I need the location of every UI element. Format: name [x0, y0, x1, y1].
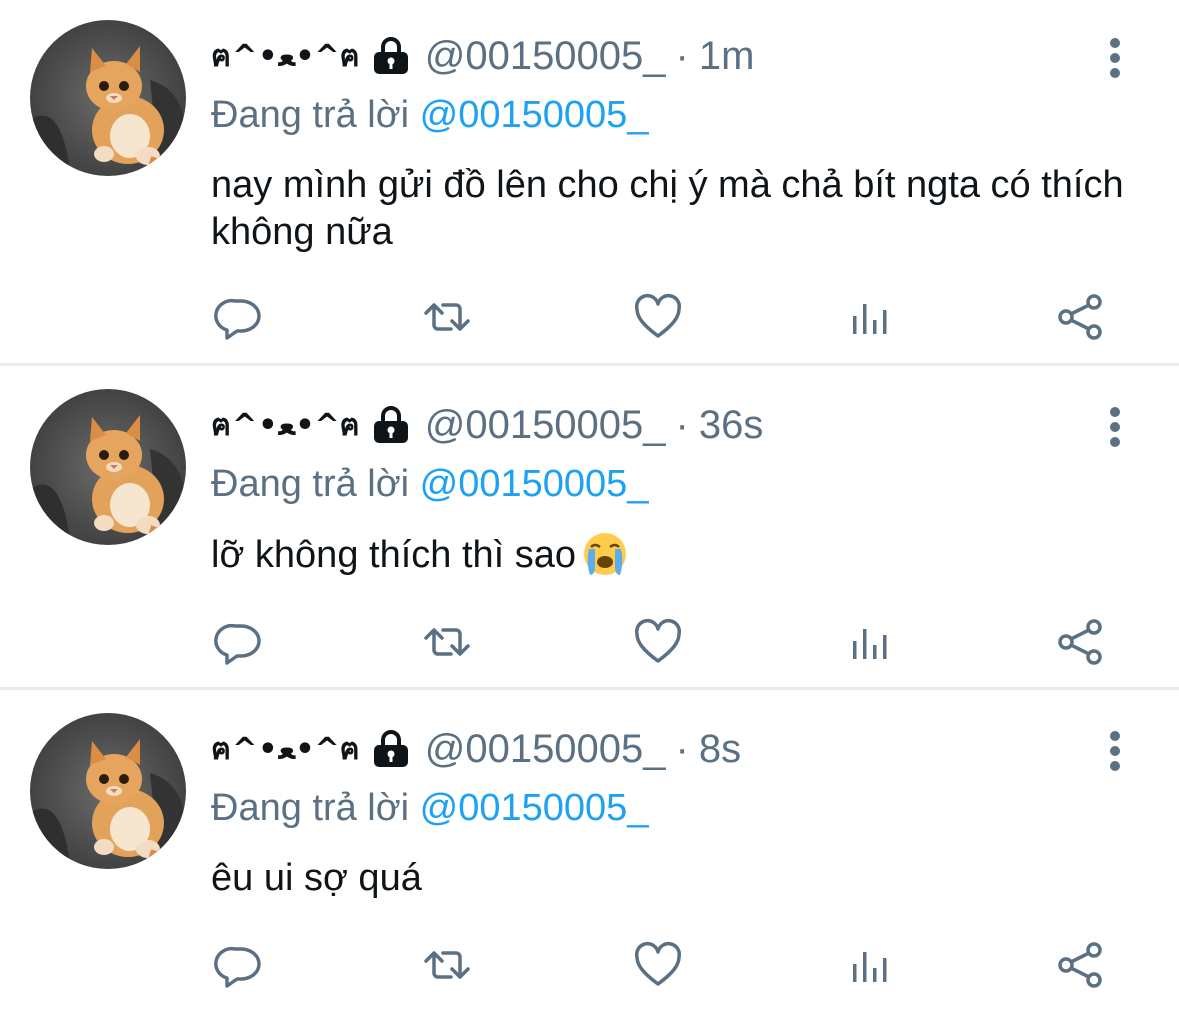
- display-name[interactable]: ฅ^•ﻌ•^ฅ: [211, 402, 361, 449]
- reply-icon: [213, 617, 263, 667]
- heart-icon: [633, 617, 683, 667]
- tweet-header: ฅ^•ﻌ•^ฅ @00150005_ · 1m: [211, 28, 754, 84]
- like-button[interactable]: [633, 292, 683, 342]
- tweet-text: nay mình gửi đồ lên cho chị ý mà chả bít…: [211, 162, 1131, 256]
- tweet[interactable]: ฅ^•ﻌ•^ฅ @00150005_ · 8s Đang trả lời @00…: [0, 693, 1179, 1016]
- separator-dot: ·: [675, 33, 689, 78]
- analytics-button[interactable]: [845, 617, 895, 667]
- retweet-button[interactable]: [422, 940, 472, 990]
- cat-avatar-image: [30, 20, 186, 176]
- tweet-text-content: lỡ không thích thì sao: [211, 534, 577, 576]
- loudly-crying-face-emoji: [582, 531, 628, 577]
- user-handle[interactable]: @00150005_: [425, 727, 666, 772]
- more-vertical-icon[interactable]: [1099, 407, 1131, 447]
- retweet-icon: [422, 617, 472, 667]
- like-button[interactable]: [633, 940, 683, 990]
- avatar[interactable]: [30, 389, 186, 545]
- share-icon: [1056, 292, 1106, 342]
- reply-mention-link[interactable]: @00150005_: [420, 787, 649, 829]
- analytics-icon: [845, 617, 895, 667]
- tweet-header: ฅ^•ﻌ•^ฅ @00150005_ · 8s: [211, 721, 741, 777]
- reply-prefix: Đang trả lời: [211, 787, 410, 829]
- display-name[interactable]: ฅ^•ﻌ•^ฅ: [211, 33, 361, 80]
- reply-prefix: Đang trả lời: [211, 94, 410, 136]
- retweet-button[interactable]: [422, 617, 472, 667]
- tweet-feed: ฅ^•ﻌ•^ฅ @00150005_ · 1m Đang trả lời @00…: [0, 0, 1179, 1016]
- reply-mention-link[interactable]: @00150005_: [420, 94, 649, 136]
- replying-to: Đang trả lời @00150005_: [211, 94, 648, 137]
- timestamp[interactable]: 36s: [699, 403, 764, 448]
- share-button[interactable]: [1056, 292, 1106, 342]
- tweet-text: lỡ không thích thì sao: [211, 531, 1131, 579]
- lock-icon: [371, 405, 411, 445]
- heart-icon: [633, 940, 683, 990]
- action-bar: [211, 617, 1111, 667]
- reply-prefix: Đang trả lời: [211, 463, 410, 505]
- retweet-icon: [422, 292, 472, 342]
- analytics-button[interactable]: [845, 292, 895, 342]
- reply-icon: [213, 940, 263, 990]
- share-button[interactable]: [1056, 617, 1106, 667]
- lock-icon: [371, 729, 411, 769]
- analytics-icon: [845, 940, 895, 990]
- avatar[interactable]: [30, 713, 186, 869]
- share-icon: [1056, 617, 1106, 667]
- tweet-text: êu ui sợ quá: [211, 855, 1131, 902]
- reply-button[interactable]: [213, 292, 263, 342]
- timestamp[interactable]: 8s: [699, 727, 741, 772]
- more-vertical-icon[interactable]: [1099, 38, 1131, 78]
- separator-dot: ·: [675, 402, 689, 447]
- timestamp[interactable]: 1m: [699, 34, 755, 79]
- analytics-button[interactable]: [845, 940, 895, 990]
- replying-to: Đang trả lời @00150005_: [211, 787, 648, 830]
- action-bar: [211, 940, 1111, 990]
- retweet-button[interactable]: [422, 292, 472, 342]
- lock-icon: [371, 36, 411, 76]
- display-name[interactable]: ฅ^•ﻌ•^ฅ: [211, 726, 361, 773]
- more-vertical-icon[interactable]: [1099, 731, 1131, 771]
- analytics-icon: [845, 292, 895, 342]
- user-handle[interactable]: @00150005_: [425, 34, 666, 79]
- reply-icon: [213, 292, 263, 342]
- heart-icon: [633, 292, 683, 342]
- share-button[interactable]: [1056, 940, 1106, 990]
- separator-dot: ·: [675, 726, 689, 771]
- share-icon: [1056, 940, 1106, 990]
- cat-avatar-image: [30, 389, 186, 545]
- reply-button[interactable]: [213, 940, 263, 990]
- cat-avatar-image: [30, 713, 186, 869]
- tweet[interactable]: ฅ^•ﻌ•^ฅ @00150005_ · 36s Đang trả lời @0…: [0, 369, 1179, 690]
- tweet-header: ฅ^•ﻌ•^ฅ @00150005_ · 36s: [211, 397, 763, 453]
- avatar[interactable]: [30, 20, 186, 176]
- reply-button[interactable]: [213, 617, 263, 667]
- retweet-icon: [422, 940, 472, 990]
- tweet-text-content: êu ui sợ quá: [211, 857, 422, 899]
- action-bar: [211, 292, 1111, 342]
- user-handle[interactable]: @00150005_: [425, 403, 666, 448]
- tweet-text-content: nay mình gửi đồ lên cho chị ý mà chả bít…: [211, 164, 1124, 253]
- reply-mention-link[interactable]: @00150005_: [420, 463, 649, 505]
- tweet[interactable]: ฅ^•ﻌ•^ฅ @00150005_ · 1m Đang trả lời @00…: [0, 0, 1179, 366]
- replying-to: Đang trả lời @00150005_: [211, 463, 648, 506]
- like-button[interactable]: [633, 617, 683, 667]
